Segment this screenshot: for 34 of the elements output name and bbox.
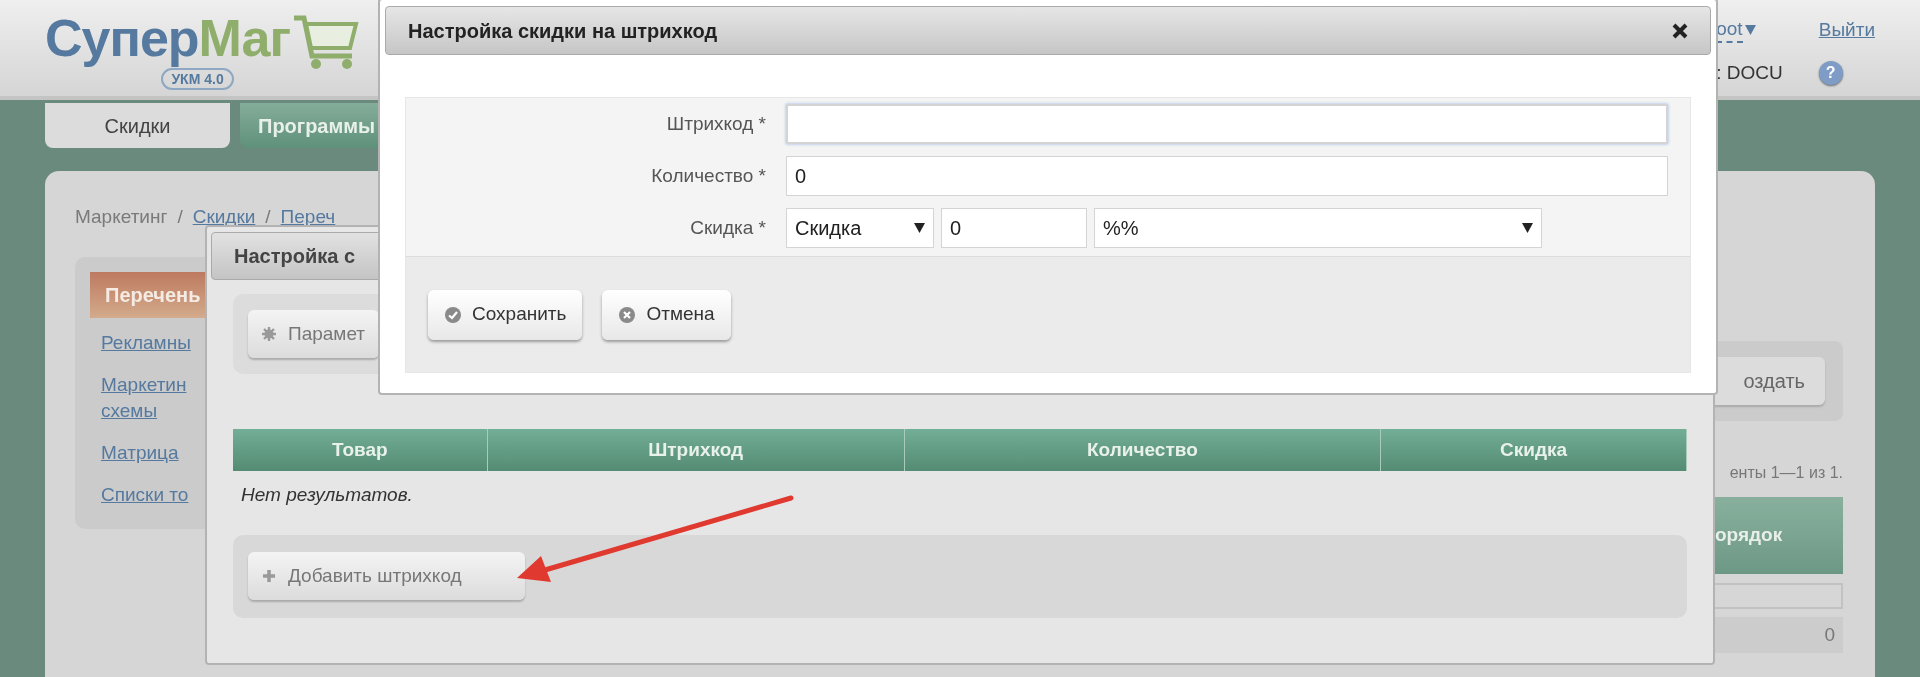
dropdown-caret-icon xyxy=(1744,25,1756,36)
input-field[interactable]: 0 xyxy=(941,208,1087,248)
parameters-button[interactable]: Парамет xyxy=(248,310,380,358)
dialog-title-text: Настройка скидки на штрихкод xyxy=(408,18,718,44)
save-button[interactable]: Сохранить xyxy=(428,289,583,340)
column-header: Штрихкод xyxy=(487,429,905,471)
column-header: Товар xyxy=(233,429,488,471)
cart-icon xyxy=(292,14,361,70)
input-field[interactable] xyxy=(786,104,1668,144)
pager-text: енты 1—1 из 1. xyxy=(1729,463,1843,483)
help-icon[interactable]: ? xyxy=(1818,60,1843,85)
column-header: Количество xyxy=(904,429,1382,471)
unit-select[interactable]: %% xyxy=(1094,208,1542,248)
check-icon xyxy=(444,305,462,324)
tab[interactable]: Скидки xyxy=(45,103,230,148)
close-icon xyxy=(618,305,637,324)
breadcrumb-separator: / xyxy=(265,205,271,229)
field-label: Штрихкод * xyxy=(665,111,767,136)
logout-link[interactable]: Выйти xyxy=(1818,16,1875,45)
close-icon[interactable] xyxy=(1672,22,1688,39)
column-header: Скидка xyxy=(1381,429,1687,471)
cancel-button[interactable]: Отмена xyxy=(602,289,731,340)
plus-icon xyxy=(262,569,276,583)
breadcrumb-separator: / xyxy=(177,205,183,229)
gear-icon xyxy=(262,327,276,341)
add-barcode-button[interactable]: Добавить штрихкод xyxy=(248,552,525,600)
breadcrumb-item: Маркетинг xyxy=(75,205,168,229)
discount-type-select[interactable]: Скидка xyxy=(786,208,934,248)
version-badge: УКМ 4.0 xyxy=(161,68,234,90)
input-field[interactable]: 0 xyxy=(786,156,1668,196)
empty-message: Нет результатов. xyxy=(240,483,414,507)
field-label: Количество * xyxy=(650,163,767,188)
logo-text: СуперМаг xyxy=(45,8,291,68)
shop-name: : DOCU xyxy=(1716,60,1783,85)
